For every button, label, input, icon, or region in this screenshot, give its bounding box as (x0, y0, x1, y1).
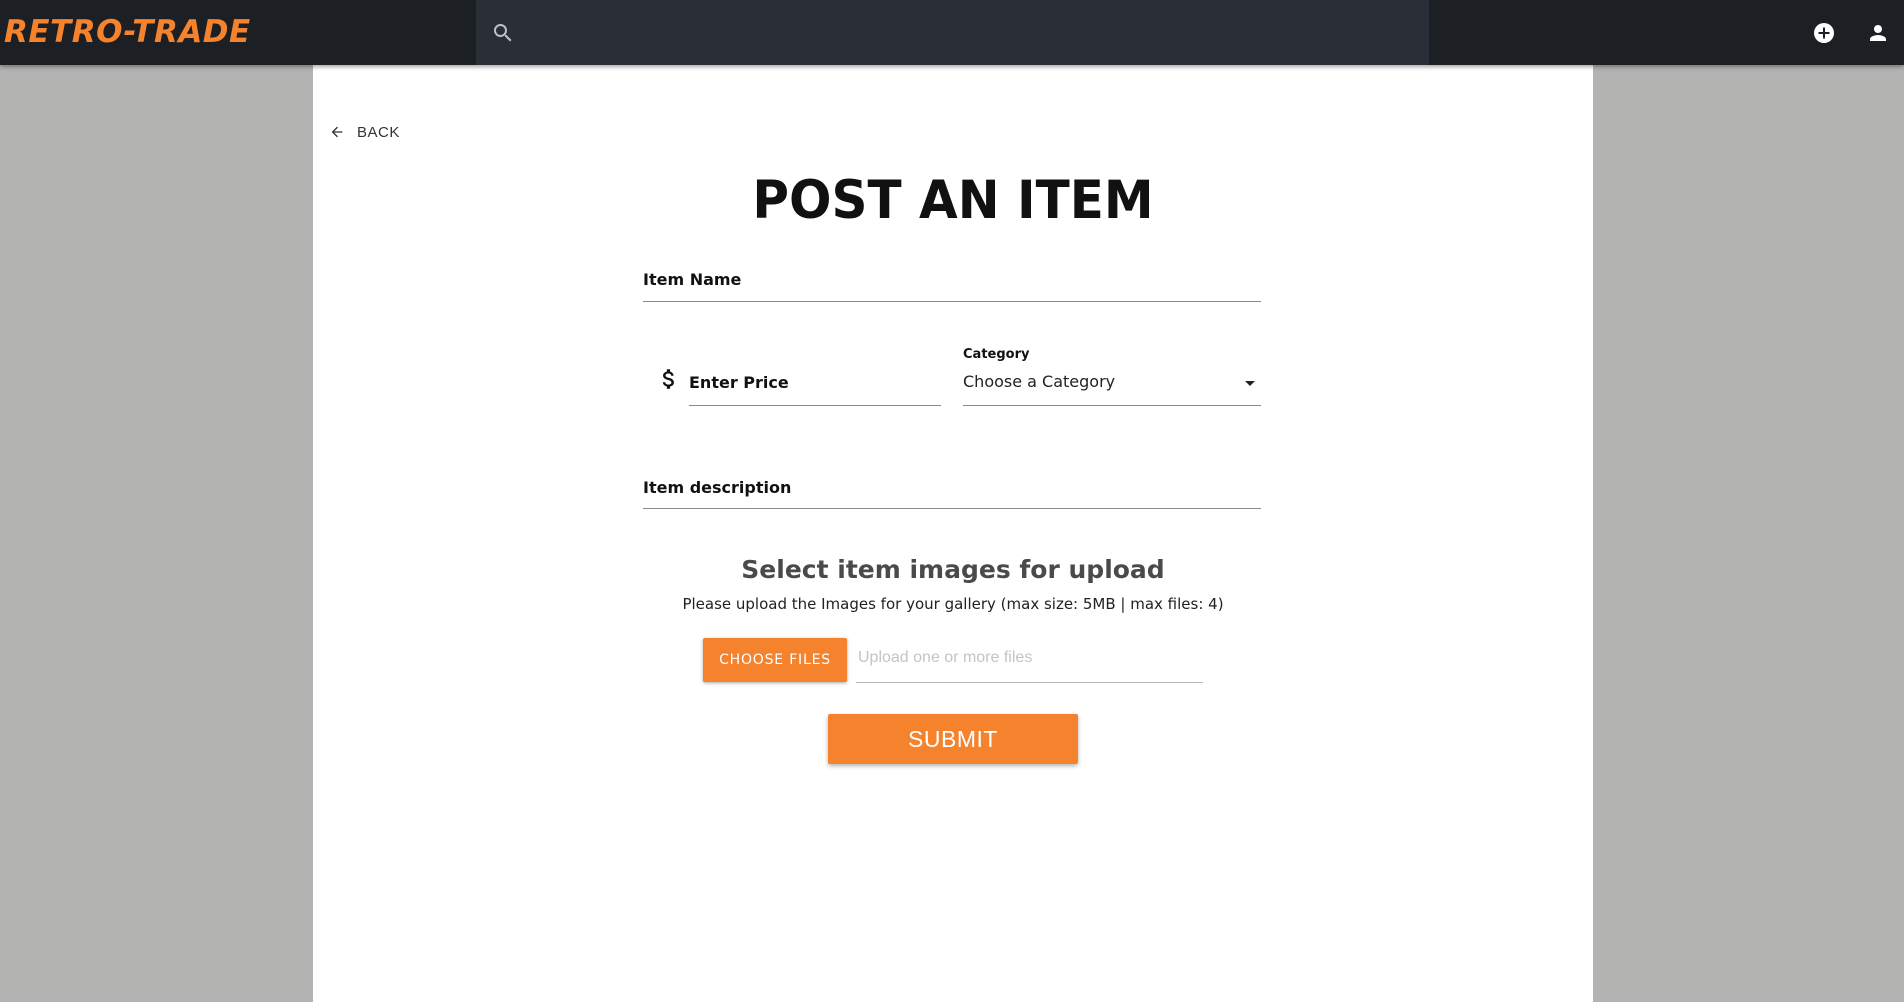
post-item-panel: BACK POST AN ITEM Item Name Enter Price … (313, 65, 1593, 1002)
add-circle-icon (1814, 23, 1834, 43)
item-name-input[interactable] (643, 293, 1261, 325)
upload-title: Select item images for upload (741, 555, 1165, 584)
search-bar[interactable] (476, 0, 1429, 65)
description-underline (643, 508, 1261, 509)
back-label: BACK (357, 123, 400, 141)
top-app-bar: RETRO-TRADE (0, 0, 1904, 65)
add-item-button[interactable] (1808, 17, 1840, 49)
price-input[interactable] (689, 365, 941, 399)
account-icon (1870, 25, 1886, 41)
page-title: POST AN ITEM (752, 169, 1154, 231)
search-icon (494, 24, 512, 42)
category-underline (963, 405, 1261, 406)
site-logo[interactable]: RETRO-TRADE (4, 14, 251, 50)
item-name-underline (643, 301, 1261, 302)
account-button[interactable] (1862, 17, 1894, 49)
search-input[interactable] (526, 0, 1406, 65)
choose-files-button[interactable]: CHOOSE FILES (703, 638, 847, 682)
arrow-left-icon (331, 126, 343, 138)
price-underline (689, 405, 941, 406)
item-name-label: Item Name (643, 270, 742, 289)
category-selected-value: Choose a Category (963, 372, 1116, 391)
chevron-down-icon (1245, 381, 1255, 386)
file-name-underline (856, 682, 1203, 683)
upload-hint: Please upload the Images for your galler… (682, 595, 1224, 613)
category-label: Category (963, 347, 1030, 362)
dollar-icon (662, 369, 674, 389)
submit-button[interactable]: SUBMIT (828, 714, 1078, 764)
file-name-input[interactable] (856, 641, 1201, 675)
description-input[interactable] (643, 470, 1261, 504)
back-button[interactable]: BACK (329, 117, 400, 147)
